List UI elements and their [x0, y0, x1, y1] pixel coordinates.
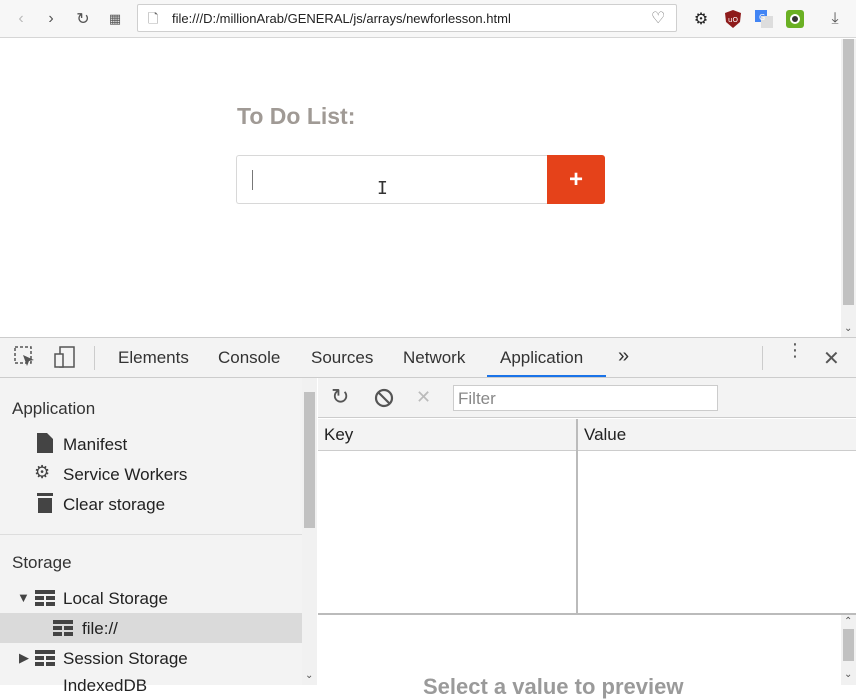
sidebar-item-local-storage[interactable]: Local Storage — [63, 589, 168, 609]
inspect-element-icon[interactable] — [14, 346, 36, 373]
back-icon[interactable]: ‹ — [8, 6, 34, 32]
preview-scrollbar-thumb[interactable] — [843, 629, 854, 661]
storage-section-title: Storage — [12, 553, 72, 572]
application-section-title: Application — [12, 399, 96, 418]
page-viewport: To Do List: I + — [0, 39, 841, 337]
todo-input[interactable]: I — [236, 155, 548, 204]
storage-grid-header: Key Value — [318, 419, 856, 451]
page-scrollbar-thumb[interactable] — [843, 39, 854, 305]
kebab-menu-icon[interactable]: ⋮ — [786, 341, 804, 359]
storage-grid-icon — [35, 590, 55, 611]
clear-all-icon[interactable] — [374, 388, 394, 413]
filter-placeholder: Filter — [458, 389, 496, 408]
sidebar-scrollbar[interactable]: ⌄ — [302, 378, 317, 685]
page-scrollbar[interactable]: ⌄ — [841, 39, 856, 337]
application-sidebar: Application Manifest ⚙ Service Workers C… — [0, 378, 317, 695]
more-tabs-icon[interactable]: » — [618, 345, 629, 368]
tab-divider — [762, 346, 763, 370]
browser-toolbar: ‹ › ↻ ▦ 🗋 file:///D:/millionArab/GENERAL… — [0, 0, 856, 38]
storage-grid-icon — [35, 650, 55, 671]
download-icon[interactable]: ⤓ — [822, 6, 848, 32]
tab-elements[interactable]: Elements — [118, 348, 189, 368]
sidebar-item-manifest[interactable]: Manifest — [63, 435, 127, 455]
storage-toolbar: ↻ ✕ Filter — [318, 378, 856, 418]
sidebar-item-file: file:// — [82, 619, 118, 638]
scroll-up-icon[interactable]: ⌃ — [844, 616, 852, 627]
address-text: file:///D:/millionArab/GENERAL/js/arrays… — [172, 11, 511, 26]
scroll-down-icon[interactable]: ⌄ — [305, 670, 313, 681]
grid-resizer[interactable] — [318, 613, 856, 615]
storage-main-pane: ↻ ✕ Filter Key Value Select a value to p… — [318, 378, 856, 699]
tab-console[interactable]: Console — [218, 348, 280, 368]
expanded-arrow-icon[interactable]: ▼ — [17, 590, 30, 605]
refresh-icon[interactable]: ↻ — [331, 386, 349, 408]
speed-dial-icon[interactable]: ▦ — [102, 6, 128, 32]
svg-text:G: G — [759, 13, 765, 22]
collapsed-arrow-icon[interactable]: ▶ — [19, 650, 29, 666]
active-tab-indicator — [487, 375, 606, 377]
preview-scrollbar[interactable]: ⌃ ⌄ — [841, 615, 856, 685]
column-key[interactable]: Key — [324, 425, 353, 445]
filter-input[interactable]: Filter — [453, 385, 718, 411]
tab-application[interactable]: Application — [500, 348, 583, 368]
ublock-icon[interactable]: uO — [720, 6, 746, 32]
devtools-panel: Elements Console Sources Network Applica… — [0, 337, 856, 699]
sidebar-item-service-workers[interactable]: Service Workers — [63, 465, 187, 485]
manifest-icon — [37, 433, 53, 458]
page-icon: 🗋 — [148, 11, 159, 26]
forward-icon[interactable]: › — [38, 6, 64, 32]
preview-placeholder-text: Select a value to preview — [423, 674, 684, 699]
scroll-down-icon[interactable]: ⌄ — [844, 323, 852, 334]
text-caret — [252, 170, 253, 190]
close-icon[interactable]: ✕ — [823, 346, 840, 371]
sidebar-item-session-storage[interactable]: Session Storage — [63, 649, 188, 669]
section-divider — [0, 534, 302, 535]
address-bar[interactable]: 🗋 file:///D:/millionArab/GENERAL/js/arra… — [137, 4, 677, 32]
gear-icon[interactable]: ⚙ — [688, 6, 714, 32]
ibeam-cursor-icon: I — [377, 178, 388, 199]
storage-grid-icon — [53, 620, 73, 641]
sidebar-scrollbar-thumb[interactable] — [304, 392, 315, 528]
column-divider[interactable] — [576, 419, 578, 613]
tab-network[interactable]: Network — [403, 348, 465, 368]
add-button[interactable]: + — [547, 155, 605, 204]
column-value[interactable]: Value — [584, 425, 626, 445]
reload-icon[interactable]: ↻ — [70, 6, 96, 32]
sidebar-item-indexeddb[interactable]: IndexedDB — [63, 676, 147, 696]
scroll-down-icon[interactable]: ⌄ — [844, 669, 852, 680]
sidebar-item-clear-storage[interactable]: Clear storage — [63, 495, 165, 515]
tab-sources[interactable]: Sources — [311, 348, 373, 368]
trash-icon — [37, 493, 53, 518]
translate-icon[interactable]: G — [751, 6, 777, 32]
extension-icon[interactable] — [782, 6, 808, 32]
heart-icon[interactable]: ♡ — [651, 8, 665, 28]
tab-divider — [94, 346, 95, 370]
device-toolbar-icon[interactable] — [54, 346, 76, 373]
delete-selected-icon[interactable]: ✕ — [416, 387, 431, 408]
gear-icon: ⚙ — [34, 462, 51, 482]
sidebar-item-file-selected[interactable]: file:// — [0, 613, 302, 643]
devtools-tab-bar: Elements Console Sources Network Applica… — [0, 338, 856, 378]
page-title: To Do List: — [237, 103, 356, 129]
svg-text:uO: uO — [728, 16, 738, 24]
